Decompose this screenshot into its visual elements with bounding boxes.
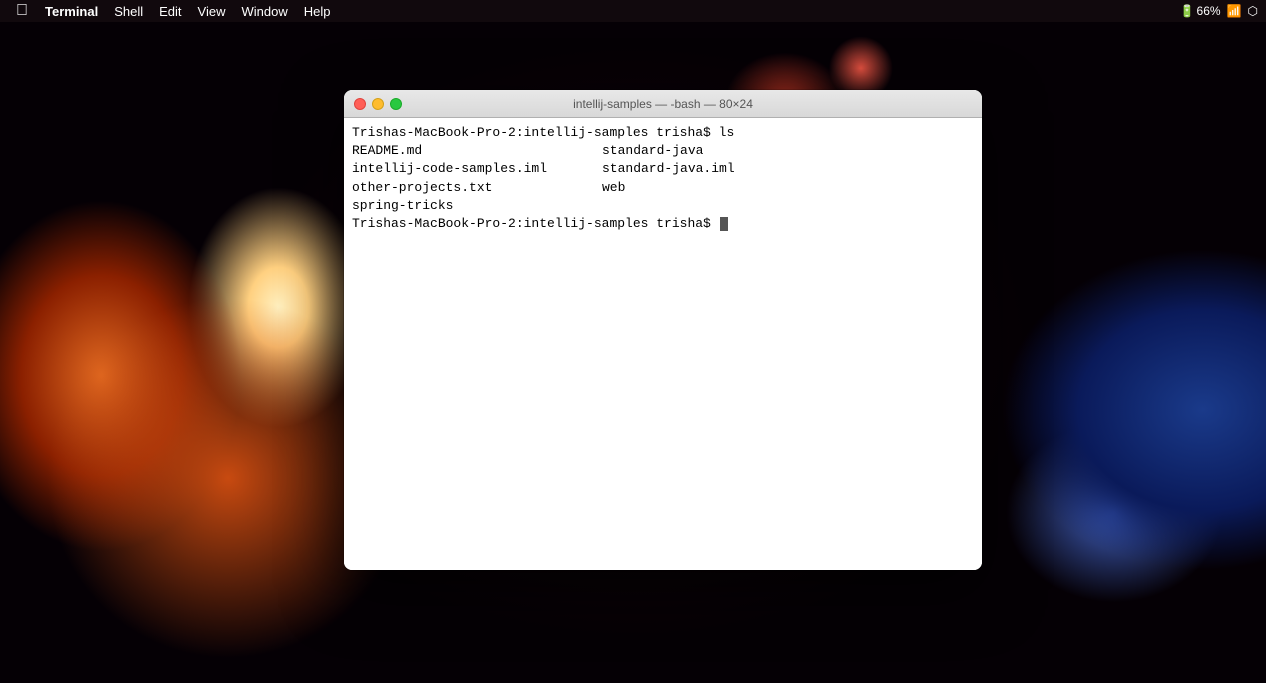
title-bar: intellij-samples — -bash — 80×24 xyxy=(344,90,982,118)
window-title: intellij-samples — -bash — 80×24 xyxy=(573,97,753,111)
terminal-cursor xyxy=(720,217,728,231)
file-web: web xyxy=(602,179,852,197)
menubar-right: 🔋 66% 📶 ⬡ xyxy=(1180,4,1258,18)
maximize-button[interactable] xyxy=(390,98,402,110)
terminal-col1: README.md intellij-code-samples.iml othe… xyxy=(352,142,602,215)
minimize-button[interactable] xyxy=(372,98,384,110)
apple-menu[interactable]:  xyxy=(8,2,36,20)
battery-icon: 🔋 xyxy=(1180,4,1195,18)
terminal-file-listing: README.md intellij-code-samples.iml othe… xyxy=(352,142,974,215)
menubar-left:  Terminal Shell Edit View Window Help xyxy=(8,2,338,20)
file-iml: intellij-code-samples.iml xyxy=(352,160,602,178)
terminal-window: intellij-samples — -bash — 80×24 Trishas… xyxy=(344,90,982,570)
menubar-help[interactable]: Help xyxy=(297,3,338,20)
terminal-line-prompt1: Trishas-MacBook-Pro-2:intellij-samples t… xyxy=(352,124,974,142)
wifi-icon: 📶 xyxy=(1227,4,1242,18)
file-readme: README.md xyxy=(352,142,602,160)
terminal-col2: standard-java standard-java.iml web xyxy=(602,142,852,215)
file-spring-tricks: spring-tricks xyxy=(352,197,602,215)
traffic-lights xyxy=(354,98,402,110)
file-standard-java: standard-java xyxy=(602,142,852,160)
terminal-content[interactable]: Trishas-MacBook-Pro-2:intellij-samples t… xyxy=(344,118,982,570)
file-standard-java-iml: standard-java.iml xyxy=(602,160,852,178)
menubar-window[interactable]: Window xyxy=(235,3,295,20)
menubar-app-name[interactable]: Terminal xyxy=(38,3,105,20)
close-button[interactable] xyxy=(354,98,366,110)
menubar:  Terminal Shell Edit View Window Help 🔋… xyxy=(0,0,1266,22)
menubar-shell[interactable]: Shell xyxy=(107,3,150,20)
file-other-projects: other-projects.txt xyxy=(352,179,602,197)
menubar-edit[interactable]: Edit xyxy=(152,3,188,20)
bluetooth-icon: ⬡ xyxy=(1248,4,1258,18)
battery-indicator: 🔋 66% xyxy=(1180,4,1221,18)
menubar-view[interactable]: View xyxy=(191,3,233,20)
terminal-line-prompt2: Trishas-MacBook-Pro-2:intellij-samples t… xyxy=(352,215,974,233)
